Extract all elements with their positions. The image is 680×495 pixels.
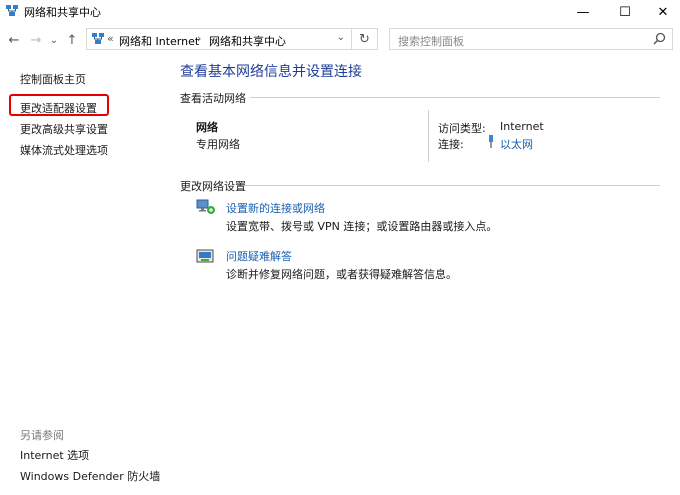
search-placeholder: 搜索控制面板 — [398, 35, 464, 48]
new-connection-icon — [196, 199, 215, 214]
recent-locations-icon[interactable]: ⌄ — [46, 32, 62, 48]
highlight-box — [9, 94, 109, 116]
title-bar: 网络和共享中心 — ☐ ✕ — [0, 0, 680, 24]
troubleshoot-desc: 诊断并修复网络问题，或者获得疑难解答信息。 — [226, 268, 457, 281]
back-arrow-icon[interactable]: ← — [6, 32, 22, 48]
breadcrumb-separator[interactable]: › — [197, 32, 201, 45]
address-dropdown-icon[interactable]: ⌄ — [337, 32, 345, 43]
network-name: 网络 — [196, 121, 218, 134]
minimize-button[interactable]: — — [566, 0, 600, 24]
ethernet-link[interactable]: 以太网 — [500, 136, 533, 152]
access-type-label: 访问类型: — [438, 122, 486, 135]
page-title: 查看基本网络信息并设置连接 — [180, 64, 362, 80]
maximize-button[interactable]: ☐ — [608, 0, 642, 24]
see-also-title: 另请参阅 — [20, 429, 64, 442]
see-also-windows-firewall[interactable]: Windows Defender 防火墙 — [20, 468, 160, 484]
ethernet-icon — [489, 135, 493, 148]
see-also-internet-options[interactable]: Internet 选项 — [20, 447, 89, 463]
troubleshoot-link[interactable]: 问题疑难解答 — [226, 248, 292, 264]
up-arrow-icon[interactable]: ↑ — [64, 32, 80, 48]
network-type[interactable]: 专用网络 — [196, 136, 240, 152]
setup-new-connection-link[interactable]: 设置新的连接或网络 — [226, 200, 325, 216]
network-divider — [428, 110, 429, 162]
search-icon[interactable] — [653, 32, 666, 45]
search-input[interactable]: 搜索控制面板 — [389, 28, 673, 50]
setup-new-connection-desc: 设置宽带、拨号或 VPN 连接；或设置路由器或接入点。 — [226, 220, 498, 233]
change-settings-title: 更改网络设置 — [180, 180, 246, 193]
network-center-icon — [6, 5, 18, 16]
active-networks-title: 查看活动网络 — [180, 92, 246, 105]
sidebar-item-media-streaming[interactable]: 媒体流式处理选项 — [20, 142, 108, 158]
close-button[interactable]: ✕ — [646, 0, 680, 24]
address-bar[interactable]: « 网络和 Internet › 网络和共享中心 ⌄ — [86, 28, 352, 50]
window-title: 网络和共享中心 — [24, 6, 101, 19]
sidebar-item-advanced-sharing[interactable]: 更改高级共享设置 — [20, 121, 108, 137]
connection-label: 连接: — [438, 138, 464, 151]
access-type-value: Internet — [500, 120, 544, 133]
sidebar-item-control-panel-home[interactable]: 控制面板主页 — [20, 71, 86, 87]
active-networks-divider — [250, 97, 660, 98]
network-folder-icon — [92, 33, 104, 44]
change-settings-divider — [244, 185, 660, 186]
forward-arrow-icon[interactable]: → — [28, 32, 44, 48]
breadcrumb-overflow[interactable]: « — [107, 32, 114, 45]
refresh-icon[interactable]: ↻ — [352, 28, 378, 50]
breadcrumb-network-internet[interactable]: 网络和 Internet — [119, 33, 199, 49]
breadcrumb-network-center[interactable]: 网络和共享中心 — [209, 33, 286, 49]
troubleshoot-icon — [196, 249, 214, 263]
